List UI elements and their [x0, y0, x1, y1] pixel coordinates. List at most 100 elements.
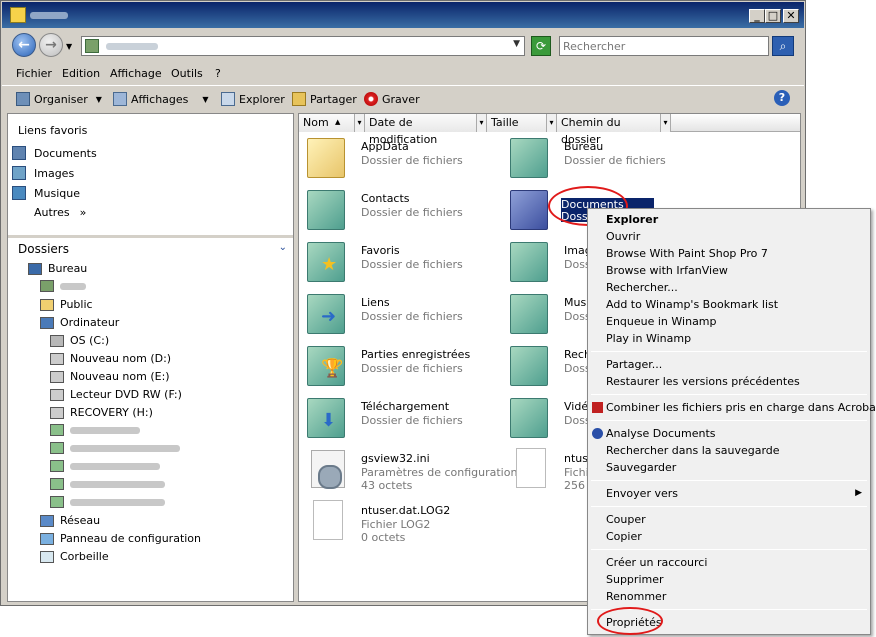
minimize-button[interactable]: _ — [749, 9, 765, 23]
folders-title[interactable]: Dossiers — [18, 242, 69, 256]
maximize-button[interactable]: □ — [765, 9, 781, 23]
back-button[interactable]: ← — [12, 33, 36, 57]
menu-outils[interactable]: Outils — [171, 67, 203, 80]
column-date-dropdown[interactable]: ▾ — [477, 114, 487, 132]
images-icon — [12, 166, 26, 180]
documents-folder-icon — [510, 190, 548, 230]
menu-item-ouvrir[interactable]: Ouvrir — [606, 230, 640, 243]
file-name: AppData — [361, 140, 409, 153]
tree-item-control-panel[interactable]: Panneau de configuration — [40, 532, 201, 545]
share-button[interactable]: Partager — [292, 91, 357, 107]
refresh-button[interactable]: ⟳ — [531, 36, 551, 56]
favorite-images[interactable]: Images — [12, 166, 74, 180]
file-item-telechargement[interactable]: ⬇ Téléchargement Dossier de fichiers — [303, 394, 503, 442]
menu-item-copier[interactable]: Copier — [606, 530, 642, 543]
column-size-dropdown[interactable]: ▾ — [547, 114, 557, 132]
recycle-bin-icon — [40, 550, 54, 563]
close-button[interactable]: ✕ — [783, 9, 799, 23]
address-field[interactable]: ▼ — [81, 36, 525, 56]
menu-item-irfanview[interactable]: Browse with IrfanView — [606, 264, 728, 277]
burn-button[interactable]: Graver — [364, 91, 420, 107]
file-item-favoris[interactable]: ★ Favoris Dossier de fichiers — [303, 238, 503, 286]
menu-edition[interactable]: Edition — [62, 67, 100, 80]
menu-item-combiner-acrobat[interactable]: Combiner les fichiers pris en charge dan… — [606, 401, 876, 414]
menu-item-couper[interactable]: Couper — [606, 513, 646, 526]
menu-item-partager[interactable]: Partager... — [606, 358, 662, 371]
file-item-appdata[interactable]: AppData Dossier de fichiers — [303, 134, 503, 182]
file-item-parties[interactable]: 🏆 Parties enregistrées Dossier de fichie… — [303, 342, 503, 390]
help-icon[interactable]: ? — [774, 90, 790, 106]
menu-item-winamp-bookmark[interactable]: Add to Winamp's Bookmark list — [606, 298, 778, 311]
tree-item-ordinateur[interactable]: Ordinateur — [40, 316, 119, 329]
file-item-ntuser-log2[interactable]: ntuser.dat.LOG2 Fichier LOG2 0 octets — [303, 498, 503, 546]
tree-item-dvd-f[interactable]: Lecteur DVD RW (F:) — [50, 388, 182, 401]
tree-item-recycle-bin[interactable]: Corbeille — [40, 550, 109, 563]
menu-separator — [591, 480, 867, 481]
tree-item-network-drive[interactable] — [50, 460, 160, 472]
menu-item-restaurer[interactable]: Restaurer les versions précédentes — [606, 375, 800, 388]
recent-pages-dropdown-icon[interactable]: ▼ — [66, 42, 72, 51]
menu-item-analyse[interactable]: Analyse Documents — [606, 427, 716, 440]
search-input[interactable]: Rechercher — [559, 36, 769, 56]
tree-item-bureau[interactable]: Bureau — [28, 262, 87, 275]
menu-item-sauvegarder[interactable]: Sauvegarder — [606, 461, 676, 474]
tree-item-public[interactable]: Public — [40, 298, 93, 311]
explore-button[interactable]: Explorer — [221, 91, 285, 107]
views-button[interactable]: Affichages ▼ — [113, 91, 209, 107]
network-drive-icon — [50, 496, 64, 508]
title-bar[interactable]: _ □ ✕ — [2, 2, 804, 28]
menu-item-paint-shop-pro[interactable]: Browse With Paint Shop Pro 7 — [606, 247, 768, 260]
file-item-contacts[interactable]: Contacts Dossier de fichiers — [303, 186, 503, 234]
menu-item-winamp-enqueue[interactable]: Enqueue in Winamp — [606, 315, 717, 328]
menu-item-envoyer-vers[interactable]: Envoyer vers — [606, 487, 678, 500]
tree-item-network-drive[interactable] — [50, 442, 180, 454]
menu-item-winamp-play[interactable]: Play in Winamp — [606, 332, 691, 345]
menu-help[interactable]: ? — [215, 67, 221, 80]
tree-label: Bureau — [48, 262, 88, 275]
menu-item-renommer[interactable]: Renommer — [606, 590, 666, 603]
favorite-documents[interactable]: Documents — [12, 146, 97, 160]
column-label: Nom — [303, 116, 329, 129]
column-date[interactable]: Date de modification — [365, 114, 477, 146]
menu-fichier[interactable]: Fichier — [16, 67, 52, 80]
tree-item-network-drive[interactable] — [50, 424, 140, 436]
menu-item-explorer[interactable]: Explorer — [606, 213, 658, 226]
address-dropdown-icon[interactable]: ▼ — [513, 39, 520, 49]
column-path[interactable]: Chemin du dossier — [557, 114, 661, 146]
chevron-right-icon: » — [79, 206, 87, 219]
submenu-arrow-icon: ▶ — [855, 488, 862, 498]
column-path-dropdown[interactable]: ▾ — [661, 114, 671, 132]
column-name[interactable]: Nom ▲ — [299, 114, 355, 132]
tree-item-drive-e[interactable]: Nouveau nom (E:) — [50, 370, 170, 383]
tree-item-network-drive[interactable] — [50, 496, 165, 508]
folder-tree: Dossiers ⌄ Bureau Public Ordinateur OS (… — [8, 238, 293, 601]
menu-item-supprimer[interactable]: Supprimer — [606, 573, 664, 586]
file-item-gsview[interactable]: gsview32.ini Paramètres de configuration… — [303, 446, 517, 494]
favorites-more[interactable]: Autres » — [34, 206, 86, 219]
tree-item-drive-d[interactable]: Nouveau nom (D:) — [50, 352, 171, 365]
user-folder-icon — [40, 280, 54, 292]
network-drive-icon — [50, 478, 64, 490]
documents-icon — [12, 146, 26, 160]
tree-item-user[interactable] — [40, 280, 86, 292]
chevron-down-icon[interactable]: ⌄ — [279, 242, 287, 253]
file-item-liens[interactable]: ➜ Liens Dossier de fichiers — [303, 290, 503, 338]
organize-button[interactable]: Organiser ▼ — [16, 91, 102, 107]
file-name: Parties enregistrées — [361, 348, 471, 361]
column-size[interactable]: Taille — [487, 114, 547, 132]
menu-item-rechercher[interactable]: Rechercher... — [606, 281, 678, 294]
menu-affichage[interactable]: Affichage — [110, 67, 162, 80]
search-button[interactable]: ⌕ — [772, 36, 794, 56]
menu-item-rechercher-sauvegarde[interactable]: Rechercher dans la sauvegarde — [606, 444, 780, 457]
column-name-dropdown[interactable]: ▾ — [355, 114, 365, 132]
antivirus-scan-icon — [592, 428, 603, 439]
forward-button[interactable]: → — [39, 33, 63, 57]
tree-item-network-drive[interactable] — [50, 478, 165, 490]
tree-item-reseau[interactable]: Réseau — [40, 514, 100, 527]
file-item-bureau[interactable]: Bureau Dossier de fichiers — [506, 134, 706, 182]
tree-item-recovery-h[interactable]: RECOVERY (H:) — [50, 406, 153, 419]
menu-item-creer-raccourci[interactable]: Créer un raccourci — [606, 556, 707, 569]
address-path-blurred — [106, 43, 158, 50]
favorite-music[interactable]: Musique — [12, 186, 80, 200]
tree-item-os-c[interactable]: OS (C:) — [50, 334, 109, 347]
